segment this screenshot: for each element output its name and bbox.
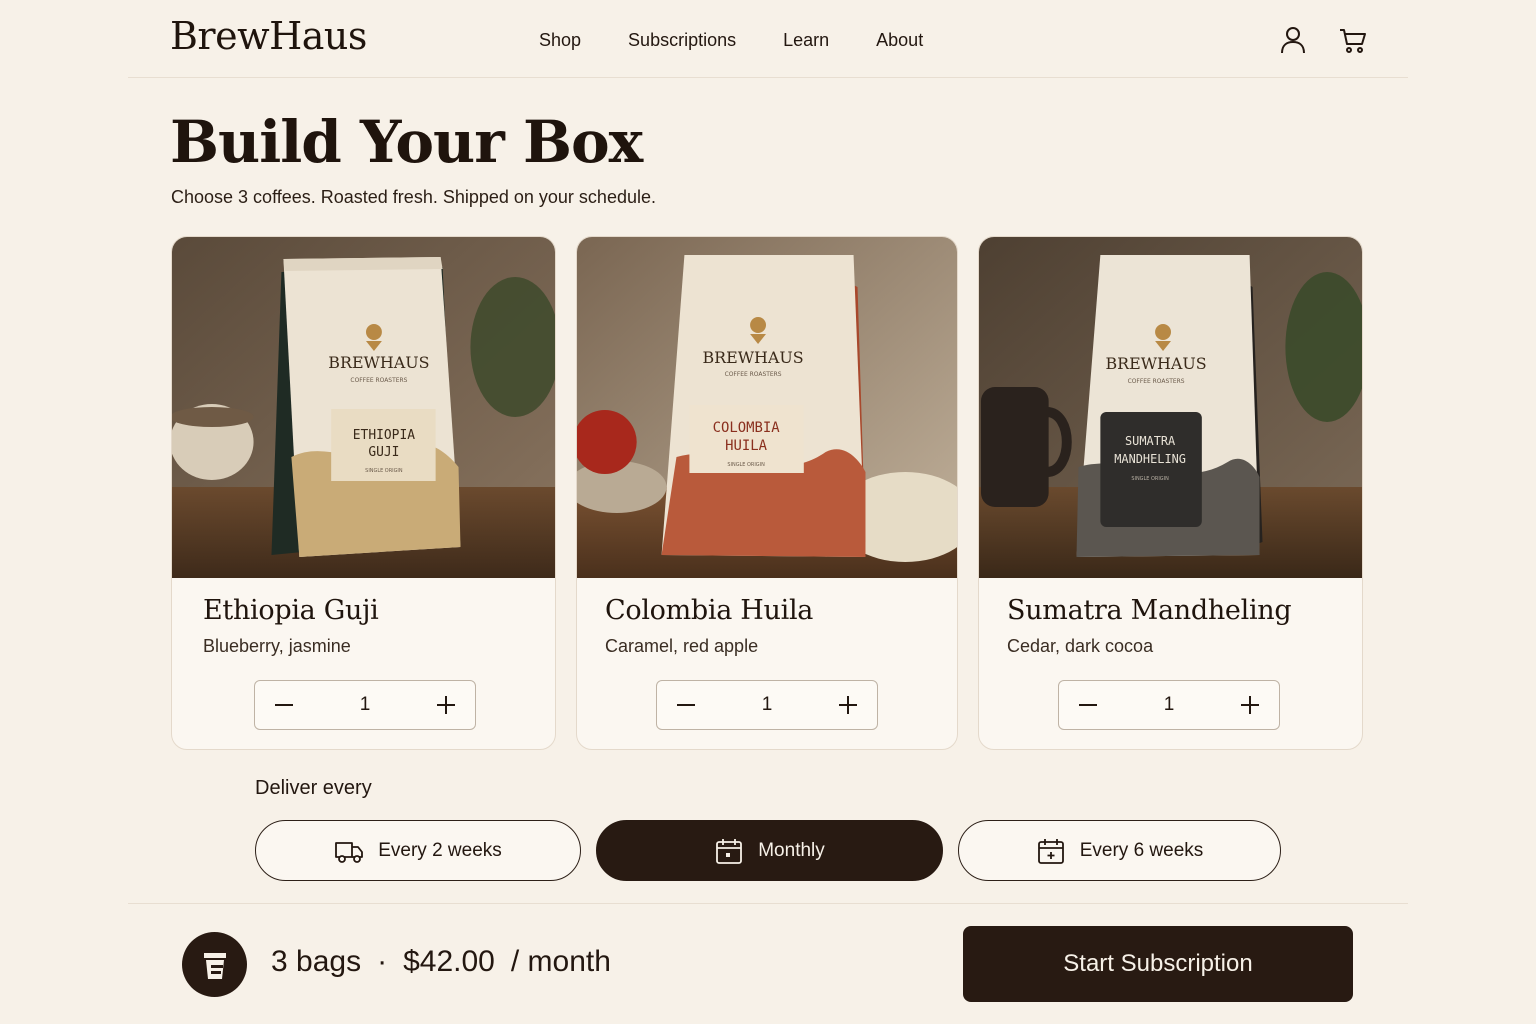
calendar-icon [716, 838, 743, 864]
plus-icon [838, 696, 857, 714]
coffee-bag-image: BREWHAUS COFFEE ROASTERS COLOMBIA HUILA … [577, 237, 957, 578]
footer-divider [128, 903, 1408, 904]
minus-icon [677, 704, 695, 706]
brand-logo[interactable]: BrewHaus [170, 14, 367, 58]
frequency-option-2-weeks[interactable]: Every 2 weeks [255, 820, 581, 881]
decrease-quantity-button[interactable] [657, 681, 715, 729]
bag-count: 3 bags [271, 945, 362, 978]
minus-icon [275, 704, 293, 706]
quantity-stepper: 1 [1058, 680, 1280, 730]
account-icon[interactable] [1278, 24, 1308, 56]
product-name: Ethiopia Guji [203, 595, 379, 626]
bag-label-line2: GUJI [368, 445, 399, 460]
product-name: Colombia Huila [605, 595, 814, 626]
minus-icon [1079, 704, 1097, 706]
plus-icon [1240, 696, 1259, 714]
frequency-label: Every 2 weeks [378, 839, 502, 861]
product-name: Sumatra Mandheling [1007, 595, 1292, 626]
bag-label-line2: HUILA [725, 438, 767, 454]
page-title: Build Your Box [170, 108, 643, 176]
bag-label-sub: SINGLE ORIGIN [365, 468, 403, 474]
bag-label-line1: COLOMBIA [713, 420, 781, 436]
page: BrewHaus Shop Subscriptions Learn About … [128, 0, 1408, 1024]
product-notes: Cedar, dark cocoa [1007, 636, 1154, 656]
nav-item-learn[interactable]: Learn [783, 30, 829, 51]
cart-icon[interactable] [1338, 24, 1368, 56]
price: $42.00 [403, 945, 495, 978]
nav-item-shop[interactable]: Shop [539, 30, 581, 51]
increase-quantity-button[interactable] [1221, 681, 1279, 729]
product-photo: BREWHAUS COFFEE ROASTERS COLOMBIA HUILA … [577, 237, 957, 578]
increase-quantity-button[interactable] [417, 681, 475, 729]
billing-period: / month [510, 945, 611, 978]
quantity-value[interactable]: 1 [360, 694, 371, 716]
start-subscription-button[interactable]: Start Subscription [963, 926, 1353, 1002]
increase-quantity-button[interactable] [819, 681, 877, 729]
bag-tagline-text: COFFEE ROASTERS [725, 371, 782, 378]
bag-tagline-text: COFFEE ROASTERS [350, 377, 407, 384]
truck-icon [335, 841, 364, 863]
calendar-add-icon [1037, 838, 1064, 864]
quantity-value[interactable]: 1 [762, 694, 773, 716]
page-subtitle: Choose 3 coffees. Roasted fresh. Shipped… [171, 187, 656, 207]
coffee-cup-icon [182, 932, 247, 997]
product-card-ethiopia: BREWHAUS COFFEE ROASTERS ETHIOPIA GUJI S… [171, 236, 556, 750]
bag-label-sub: SINGLE ORIGIN [1131, 476, 1169, 482]
quantity-stepper: 1 [656, 680, 878, 730]
order-summary: 3 bags · $42.00 / month [271, 945, 611, 979]
quantity-value[interactable]: 1 [1164, 694, 1175, 716]
coffee-bag-image: BREWHAUS COFFEE ROASTERS ETHIOPIA GUJI S… [172, 237, 555, 578]
bag-label-sub: SINGLE ORIGIN [727, 462, 765, 468]
bag-tagline-text: COFFEE ROASTERS [1128, 378, 1185, 385]
deliver-every-label: Deliver every [255, 777, 372, 799]
product-card-sumatra: BREWHAUS COFFEE ROASTERS SUMATRA MANDHEL… [978, 236, 1363, 750]
decrease-quantity-button[interactable] [1059, 681, 1117, 729]
product-photo: BREWHAUS COFFEE ROASTERS SUMATRA MANDHEL… [979, 237, 1362, 578]
frequency-label: Monthly [758, 839, 825, 861]
plus-icon [436, 696, 455, 714]
product-notes: Caramel, red apple [605, 636, 759, 656]
bag-label-line1: ETHIOPIA [353, 428, 415, 443]
product-card-colombia: BREWHAUS COFFEE ROASTERS COLOMBIA HUILA … [576, 236, 958, 750]
bag-brand-text: BREWHAUS [1105, 354, 1206, 373]
bag-brand-text: BREWHAUS [702, 348, 803, 367]
quantity-stepper: 1 [254, 680, 476, 730]
nav-item-subscriptions[interactable]: Subscriptions [628, 30, 736, 51]
nav-item-about[interactable]: About [876, 30, 923, 51]
site-header: BrewHaus Shop Subscriptions Learn About [128, 0, 1408, 78]
frequency-option-monthly[interactable]: Monthly [596, 820, 943, 881]
bag-brand-text: BREWHAUS [328, 353, 429, 372]
product-notes: Blueberry, jasmine [203, 636, 351, 656]
decrease-quantity-button[interactable] [255, 681, 313, 729]
frequency-option-6-weeks[interactable]: Every 6 weeks [958, 820, 1281, 881]
frequency-label: Every 6 weeks [1079, 839, 1204, 861]
product-photo: BREWHAUS COFFEE ROASTERS ETHIOPIA GUJI S… [172, 237, 555, 578]
coffee-bag-image: BREWHAUS COFFEE ROASTERS SUMATRA MANDHEL… [979, 237, 1362, 578]
bag-label-line2: MANDHELING [1114, 452, 1186, 466]
bag-label-line1: SUMATRA [1125, 434, 1175, 448]
main-nav: Shop Subscriptions Learn About [539, 30, 970, 51]
summary-separator: · [377, 945, 388, 978]
